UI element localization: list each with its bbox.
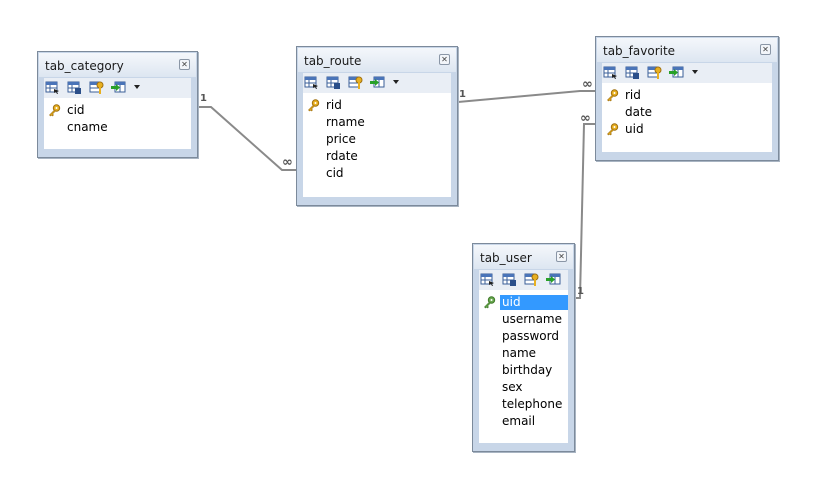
field-row[interactable]: email xyxy=(479,413,568,430)
field-row[interactable]: telephone xyxy=(479,396,568,413)
cardinality-many-label: ∞ xyxy=(582,77,593,92)
table-toolbar xyxy=(602,63,772,83)
table-key-icon[interactable] xyxy=(89,80,104,95)
chevron-down-icon[interactable] xyxy=(692,70,698,74)
import-icon[interactable] xyxy=(669,65,684,80)
import-icon[interactable] xyxy=(546,272,561,287)
table-toolbar xyxy=(303,73,451,93)
field-name: date xyxy=(625,105,653,119)
table-header[interactable]: tab_route ✕ xyxy=(298,48,456,72)
grid-select-icon[interactable] xyxy=(480,272,495,287)
table-key-icon[interactable] xyxy=(524,272,539,287)
cardinality-one-label: 1 xyxy=(459,89,466,100)
field-name: uid xyxy=(500,295,568,310)
field-row[interactable]: cid xyxy=(44,102,191,119)
primary-key-icon xyxy=(483,296,496,309)
table-tab-favorite[interactable]: tab_favorite ✕ rid date uid xyxy=(595,36,779,161)
table-tab-category[interactable]: tab_category ✕ cid cname xyxy=(37,51,198,158)
field-row[interactable]: rname xyxy=(303,114,451,131)
field-row[interactable]: uid xyxy=(602,121,772,138)
table-tab-route[interactable]: tab_route ✕ rid rname price rdate cid xyxy=(296,46,458,206)
primary-key-icon xyxy=(606,123,619,136)
close-icon[interactable]: ✕ xyxy=(760,44,771,55)
field-name: email xyxy=(502,414,536,428)
table-design-icon[interactable] xyxy=(326,75,341,90)
close-icon[interactable]: ✕ xyxy=(556,251,567,262)
import-icon[interactable] xyxy=(370,75,385,90)
field-row[interactable]: sex xyxy=(479,379,568,396)
field-name: uid xyxy=(625,122,644,136)
field-name: telephone xyxy=(502,397,563,411)
field-name: name xyxy=(502,346,537,360)
primary-key-icon xyxy=(307,99,320,112)
field-name: rid xyxy=(625,88,641,102)
field-row[interactable]: rid xyxy=(303,97,451,114)
cardinality-many-label: ∞ xyxy=(282,155,293,170)
field-row[interactable]: date xyxy=(602,104,772,121)
field-row[interactable]: username xyxy=(479,311,568,328)
field-name: cid xyxy=(326,166,344,180)
close-icon[interactable]: ✕ xyxy=(439,54,450,65)
field-name: birthday xyxy=(502,363,553,377)
table-header[interactable]: tab_user ✕ xyxy=(474,245,573,269)
primary-key-icon xyxy=(48,104,61,117)
table-toolbar xyxy=(44,78,191,98)
table-title: tab_route xyxy=(304,54,362,68)
field-name: rname xyxy=(326,115,365,129)
chevron-down-icon[interactable] xyxy=(393,80,399,84)
table-title: tab_favorite xyxy=(603,44,676,58)
chevron-down-icon[interactable] xyxy=(134,85,140,89)
field-row[interactable]: rid xyxy=(602,87,772,104)
grid-select-icon[interactable] xyxy=(603,65,618,80)
grid-select-icon[interactable] xyxy=(45,80,60,95)
field-row[interactable]: price xyxy=(303,131,451,148)
table-design-icon[interactable] xyxy=(625,65,640,80)
import-icon[interactable] xyxy=(111,80,126,95)
primary-key-icon xyxy=(606,89,619,102)
field-name: price xyxy=(326,132,356,146)
table-header[interactable]: tab_favorite ✕ xyxy=(597,38,777,62)
field-row[interactable]: name xyxy=(479,345,568,362)
cardinality-one-label: 1 xyxy=(200,93,207,104)
field-row[interactable]: uid xyxy=(479,294,568,311)
table-title: tab_user xyxy=(480,251,532,265)
field-row[interactable]: cid xyxy=(303,165,451,182)
field-name: rid xyxy=(326,98,342,112)
table-tab-user[interactable]: tab_user ✕ uid username password name birthday… xyxy=(472,243,575,452)
field-name: password xyxy=(502,329,559,343)
field-name: sex xyxy=(502,380,523,394)
relation-route-favorite-line[interactable] xyxy=(457,90,595,103)
field-name: cid xyxy=(67,103,85,117)
field-row[interactable]: rdate xyxy=(303,148,451,165)
field-name: rdate xyxy=(326,149,358,163)
field-name: username xyxy=(502,312,562,326)
table-key-icon[interactable] xyxy=(647,65,662,80)
field-row[interactable]: birthday xyxy=(479,362,568,379)
field-name: cname xyxy=(67,120,108,134)
grid-select-icon[interactable] xyxy=(304,75,319,90)
table-design-icon[interactable] xyxy=(502,272,517,287)
field-row[interactable]: cname xyxy=(44,119,191,136)
table-toolbar xyxy=(479,270,568,290)
table-key-icon[interactable] xyxy=(348,75,363,90)
table-header[interactable]: tab_category ✕ xyxy=(39,53,196,77)
cardinality-one-label: 1 xyxy=(577,286,584,297)
field-row[interactable]: password xyxy=(479,328,568,345)
table-design-icon[interactable] xyxy=(67,80,82,95)
cardinality-many-label: ∞ xyxy=(580,111,591,126)
table-title: tab_category xyxy=(45,59,124,73)
close-icon[interactable]: ✕ xyxy=(179,59,190,70)
